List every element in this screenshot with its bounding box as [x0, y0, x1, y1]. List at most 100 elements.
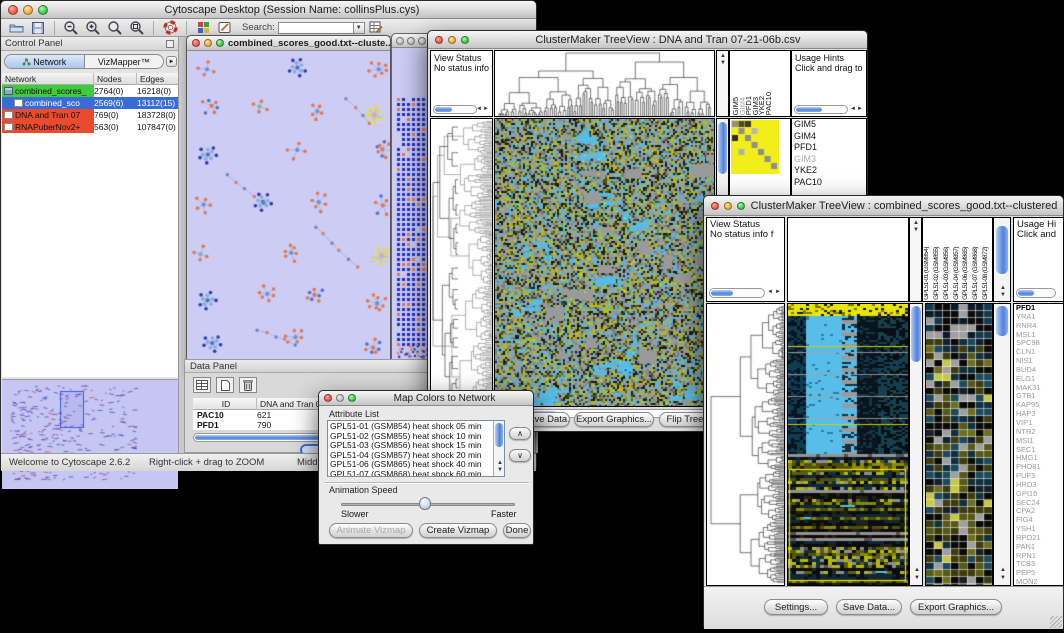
- tv2-vscrollbar[interactable]: ▲ ▼: [909, 303, 923, 586]
- scroll-down-icon[interactable]: ▼: [1000, 575, 1006, 581]
- tv1-column-dendrogram[interactable]: [494, 50, 715, 117]
- resize-grip[interactable]: [1050, 616, 1062, 628]
- float-panel-icon[interactable]: [166, 40, 174, 48]
- scroll-down-icon[interactable]: ▼: [497, 467, 503, 473]
- scroll-down-icon[interactable]: ▼: [720, 60, 726, 66]
- scroll-up-icon[interactable]: ▲: [1000, 567, 1006, 573]
- zoom-out-icon[interactable]: [60, 20, 82, 36]
- scroll-up-icon[interactable]: ▲: [914, 567, 920, 573]
- zoom-fit-icon[interactable]: [104, 20, 126, 36]
- tab-vizmapper[interactable]: VizMapper™: [85, 55, 164, 68]
- column-label[interactable]: PAC10: [765, 92, 772, 115]
- tv1-status-hscrollbar[interactable]: [433, 105, 477, 114]
- close-button[interactable]: [711, 202, 719, 210]
- scroll-down-icon[interactable]: ▼: [913, 227, 919, 233]
- zoom-button[interactable]: [216, 39, 224, 47]
- col-edges[interactable]: Edges: [137, 73, 178, 85]
- minimize-button[interactable]: [724, 202, 732, 210]
- attribute-listbox[interactable]: GPL51-01 (GSM854) heat shock 05 minGPL51…: [327, 420, 505, 477]
- tv2-status-hscrollbar[interactable]: [709, 288, 765, 298]
- gene-label[interactable]: MON2: [1014, 578, 1063, 586]
- treeview2-titlebar[interactable]: ClusterMaker TreeView : combined_scores_…: [704, 196, 1063, 216]
- close-button[interactable]: [435, 36, 443, 44]
- close-button[interactable]: [8, 5, 18, 15]
- animate-vizmap-button[interactable]: Animate Vizmap: [329, 523, 413, 538]
- tv2-export-graphics-button[interactable]: Export Graphics...: [910, 599, 1002, 615]
- zoom-button[interactable]: [38, 5, 48, 15]
- dialog-titlebar[interactable]: Map Colors to Network: [319, 391, 533, 406]
- network-graph-canvas[interactable]: [187, 51, 390, 374]
- tv2-header-vscrollbar[interactable]: ▲ ▼: [993, 217, 1011, 302]
- table-grid-icon[interactable]: [193, 377, 211, 393]
- minimize-button[interactable]: [204, 39, 212, 47]
- vscroll-thumb[interactable]: [996, 226, 1008, 274]
- tv2-usage-hscrollbar[interactable]: [1016, 288, 1056, 298]
- zoom-button[interactable]: [737, 202, 745, 210]
- scroll-left-icon[interactable]: ◄: [476, 106, 482, 112]
- vscroll-thumb[interactable]: [718, 122, 727, 174]
- main-titlebar[interactable]: Cytoscape Desktop (Session Name: collins…: [1, 1, 536, 19]
- network-list-row[interactable]: combined_sco 2569(6) 13112(15): [2, 97, 178, 109]
- tv1-save-data-button[interactable]: Save Data...: [528, 412, 570, 427]
- tv2-save-data-button[interactable]: Save Data...: [836, 599, 902, 615]
- minimize-button[interactable]: [336, 394, 344, 402]
- scroll-right-icon[interactable]: ►: [857, 106, 863, 112]
- close-button[interactable]: [324, 394, 332, 402]
- row-label[interactable]: YKE2: [792, 165, 866, 177]
- open-file-icon[interactable]: [5, 20, 27, 36]
- vscroll-thumb[interactable]: [495, 423, 503, 447]
- zoom-button[interactable]: [461, 36, 469, 44]
- tv2-header-scroll-strip[interactable]: ▲ ▼: [909, 217, 922, 302]
- close-button[interactable]: [396, 37, 404, 45]
- scroll-left-icon[interactable]: ◄: [850, 106, 856, 112]
- annotation-icon[interactable]: [214, 20, 236, 36]
- zoom-button[interactable]: [348, 394, 356, 402]
- close-button[interactable]: [192, 39, 200, 47]
- scroll-down-icon[interactable]: ▼: [914, 575, 920, 581]
- treeview1-titlebar[interactable]: ClusterMaker TreeView : DNA and Tran 07-…: [428, 31, 867, 49]
- scroll-right-icon[interactable]: ►: [483, 106, 489, 112]
- attrlist-vscrollbar[interactable]: ▲ ▼: [493, 421, 504, 476]
- search-input[interactable]: [278, 22, 354, 34]
- vscroll-thumb[interactable]: [911, 306, 921, 362]
- zoom-button[interactable]: [418, 37, 426, 45]
- tv2-settings-button[interactable]: Settings...: [764, 599, 828, 615]
- row-label[interactable]: GIM5: [792, 119, 866, 131]
- trash-icon[interactable]: [239, 377, 257, 393]
- col-nodes[interactable]: Nodes: [94, 73, 137, 85]
- help-lifesaver-icon[interactable]: [159, 20, 181, 36]
- network-list-row[interactable]: RNAPuberNov2+ 563(0) 107847(0): [2, 121, 178, 133]
- tv1-row-dendrogram[interactable]: [430, 118, 493, 407]
- tv2-heatmap[interactable]: [787, 303, 909, 586]
- move-up-button[interactable]: ∧: [509, 427, 531, 440]
- create-vizmap-button[interactable]: Create Vizmap: [419, 523, 497, 538]
- vscroll-thumb[interactable]: [996, 306, 1008, 336]
- row-label[interactable]: GIM4: [792, 131, 866, 143]
- scroll-up-icon[interactable]: ▲: [1000, 285, 1006, 291]
- minimize-button[interactable]: [448, 36, 456, 44]
- scroll-up-icon[interactable]: ▲: [497, 460, 503, 466]
- col-network[interactable]: Network: [2, 73, 94, 85]
- network-overview[interactable]: [2, 379, 178, 489]
- scroll-up-icon[interactable]: ▲: [720, 53, 726, 59]
- data-col-id[interactable]: ID: [193, 398, 257, 410]
- network-list-row[interactable]: DNA and Tran 07 769(0) 183728(0): [2, 109, 178, 121]
- minimize-button[interactable]: [407, 37, 415, 45]
- scroll-left-icon[interactable]: ◄: [767, 289, 773, 295]
- tv2-row-dendrogram[interactable]: [706, 303, 785, 586]
- zoom-selected-icon[interactable]: [126, 20, 148, 36]
- tv1-header-scroll-strip[interactable]: ▲ ▼: [716, 50, 729, 117]
- tv1-usage-hscrollbar[interactable]: [794, 105, 848, 114]
- vizmapper-icon[interactable]: [192, 20, 214, 36]
- row-label[interactable]: PFD1: [792, 142, 866, 154]
- tv2-zoom-heatmap[interactable]: [925, 303, 993, 586]
- network-view-titlebar[interactable]: combined_scores_good.txt--cluste...: [187, 36, 390, 51]
- attribute-item[interactable]: GPL51-07 (GSM868) heat shock 60 min: [328, 470, 504, 477]
- done-button[interactable]: Done: [503, 523, 531, 538]
- tv1-export-graphics-button[interactable]: Export Graphics...: [574, 412, 654, 427]
- speed-slider-thumb[interactable]: [419, 497, 431, 510]
- move-down-button[interactable]: ∨: [509, 449, 531, 462]
- zoom-in-icon[interactable]: [82, 20, 104, 36]
- tv1-heatmap[interactable]: [494, 118, 715, 407]
- column-label[interactable]: GPL51-08 (GSM872): [983, 247, 993, 300]
